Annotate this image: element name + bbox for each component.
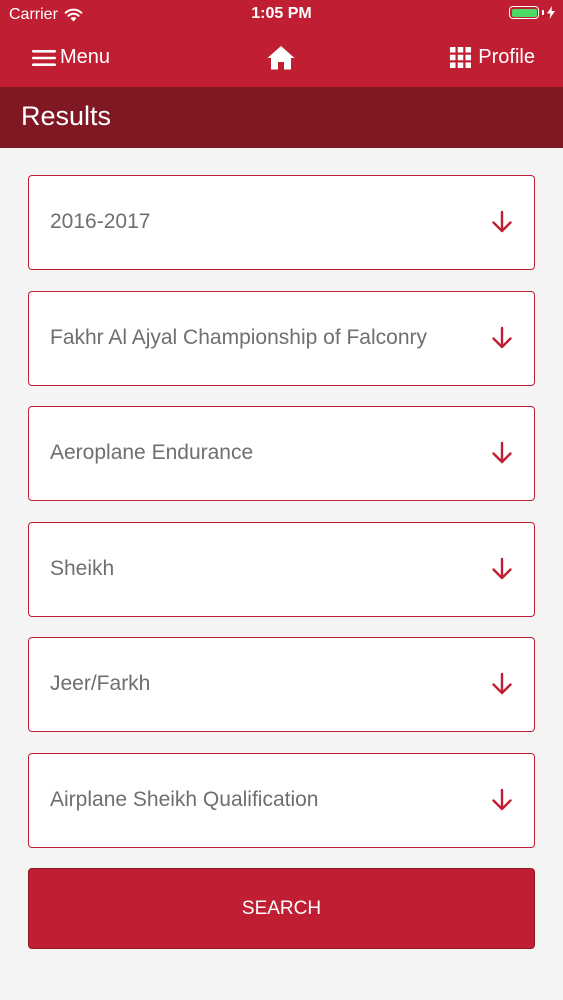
status-time: 1:05 PM — [251, 5, 312, 22]
home-button[interactable] — [266, 44, 296, 72]
falcon-type-select-value: Jeer/Farkh — [50, 672, 151, 695]
charging-bolt-icon — [547, 6, 555, 19]
arrow-down-icon — [492, 557, 512, 579]
home-icon — [267, 46, 295, 70]
qualification-select-value: Airplane Sheikh Qualification — [50, 787, 319, 811]
menu-button[interactable]: Menu — [32, 46, 110, 69]
category-select[interactable]: Sheikh — [28, 521, 535, 617]
arrow-down-icon — [492, 210, 512, 233]
season-select-value: 2016-2017 — [50, 210, 151, 233]
arrow-down-icon — [492, 672, 512, 695]
battery-level — [511, 8, 537, 17]
menu-label: Menu — [60, 46, 111, 68]
season-select[interactable]: 2016-2017 — [28, 175, 535, 270]
qualification-select[interactable]: Airplane Sheikh Qualification — [28, 752, 535, 848]
search-button[interactable]: SEARCH — [28, 868, 535, 949]
falcon-type-select[interactable]: Jeer/Farkh — [28, 637, 535, 732]
arrow-down-icon — [492, 326, 512, 348]
race-type-select-value: Aeroplane Endurance — [50, 441, 254, 464]
category-select-value: Sheikh — [50, 556, 115, 580]
battery-cap — [542, 10, 544, 15]
page-title-bar: Results — [0, 87, 563, 148]
championship-select[interactable]: Fakhr Al Ajyal Championship of Falconry — [28, 290, 535, 386]
filter-list: 2016-2017 Fakhr Al Ajyal Championship of… — [28, 175, 535, 868]
hamburger-icon — [32, 49, 56, 66]
race-type-select[interactable]: Aeroplane Endurance — [28, 406, 535, 501]
grid-icon — [450, 47, 472, 68]
profile-button[interactable]: Profile — [450, 46, 535, 69]
page-title: Results — [21, 101, 112, 131]
battery-icon — [509, 6, 539, 19]
status-bar: Carrier 1:05 PM — [0, 0, 563, 30]
profile-label: Profile — [478, 46, 535, 68]
arrow-down-icon — [492, 788, 512, 810]
app-header: Carrier 1:05 PM Menu Profile — [0, 0, 563, 87]
championship-select-value: Fakhr Al Ajyal Championship of Falconry — [50, 325, 428, 349]
arrow-down-icon — [492, 441, 512, 464]
battery-indicator — [509, 6, 555, 19]
nav-bar: Menu Profile — [0, 30, 563, 87]
